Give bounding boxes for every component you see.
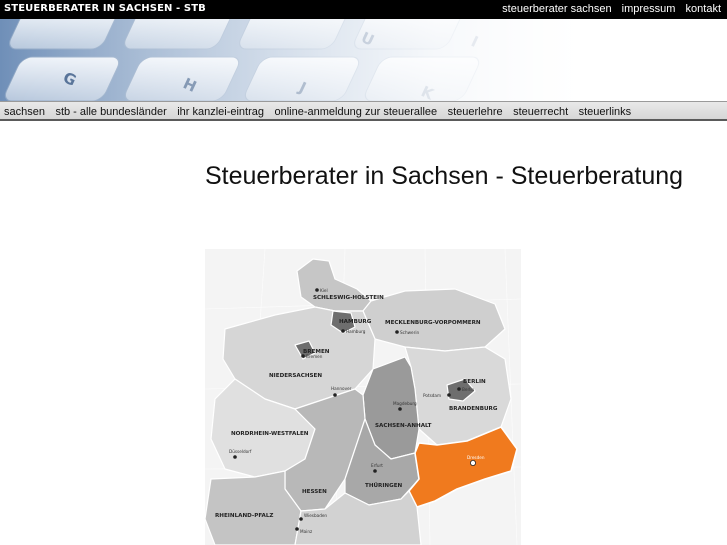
label-brandenburg: BRANDENBURG [449, 406, 498, 412]
label-nordrhein-westfalen: NORDRHEIN-WESTFALEN [231, 431, 309, 437]
city-hamburg: Hamburg [346, 329, 366, 334]
city-dresden: Dresden [467, 455, 485, 460]
city-bremen: Bremen [306, 354, 323, 359]
city-hannover: Hannover [331, 386, 352, 391]
label-hamburg: HAMBURG [339, 319, 372, 325]
main-navigation: sachsen stb - alle bundesländer ihr kanz… [0, 101, 727, 121]
label-mecklenburg-vorpommern: MECKLENBURG-VORPOMMERN [385, 320, 481, 326]
nav-steuerrecht[interactable]: steuerrecht [513, 106, 568, 118]
label-niedersachsen: NIEDERSACHSEN [269, 373, 322, 379]
city-kiel: Kiel [320, 288, 328, 293]
label-sachsen-anhalt: SACHSEN-ANHALT [375, 423, 432, 429]
nav-kanzlei-eintrag[interactable]: ihr kanzlei-eintrag [177, 106, 264, 118]
top-links: steuerberater sachsen impressum kontakt [495, 3, 721, 15]
label-rheinland-pfalz: RHEINLAND-PFALZ [215, 513, 273, 519]
link-kontakt[interactable]: kontakt [686, 3, 721, 15]
city-magdeburg: Magdeburg [393, 401, 417, 406]
nav-alle-bundeslaender[interactable]: stb - alle bundesländer [55, 106, 166, 118]
germany-map-svg: SCHLESWIG-HOLSTEIN HAMBURG MECKLENBURG-V… [205, 249, 521, 545]
top-bar: STEUERBERATER IN SACHSEN - STB steuerber… [0, 0, 727, 19]
nav-steuerlehre[interactable]: steuerlehre [448, 106, 503, 118]
label-thueringen: THÜRINGEN [365, 482, 403, 489]
label-berlin: BERLIN [463, 379, 486, 385]
link-steuerberater-sachsen[interactable]: steuerberater sachsen [502, 3, 611, 15]
city-schwerin: Schwerin [400, 330, 420, 335]
keyboard-photo: G H J U K I [0, 19, 727, 101]
nav-online-anmeldung[interactable]: online-anmeldung zur steuerallee [274, 106, 437, 118]
page-title: Steuerberater in Sachsen - Steuerberatun… [205, 162, 684, 190]
germany-map[interactable]: SCHLESWIG-HOLSTEIN HAMBURG MECKLENBURG-V… [205, 249, 521, 545]
city-duesseldorf: Düsseldorf [229, 449, 252, 454]
keyboard-banner-image: G H J U K I [0, 19, 727, 101]
site-title: STEUERBERATER IN SACHSEN - STB [4, 3, 206, 14]
nav-sachsen[interactable]: sachsen [4, 106, 45, 118]
city-berlin: Berlin [462, 387, 474, 392]
city-potsdam: Potsdam [423, 393, 441, 398]
label-hessen: HESSEN [302, 489, 327, 495]
city-wiesbaden: Wiesbaden [304, 513, 327, 518]
nav-steuerlinks[interactable]: steuerlinks [579, 106, 632, 118]
city-erfurt: Erfurt [371, 463, 383, 468]
label-schleswig-holstein: SCHLESWIG-HOLSTEIN [313, 295, 384, 301]
link-impressum[interactable]: impressum [622, 3, 676, 15]
city-mainz: Mainz [300, 529, 313, 534]
